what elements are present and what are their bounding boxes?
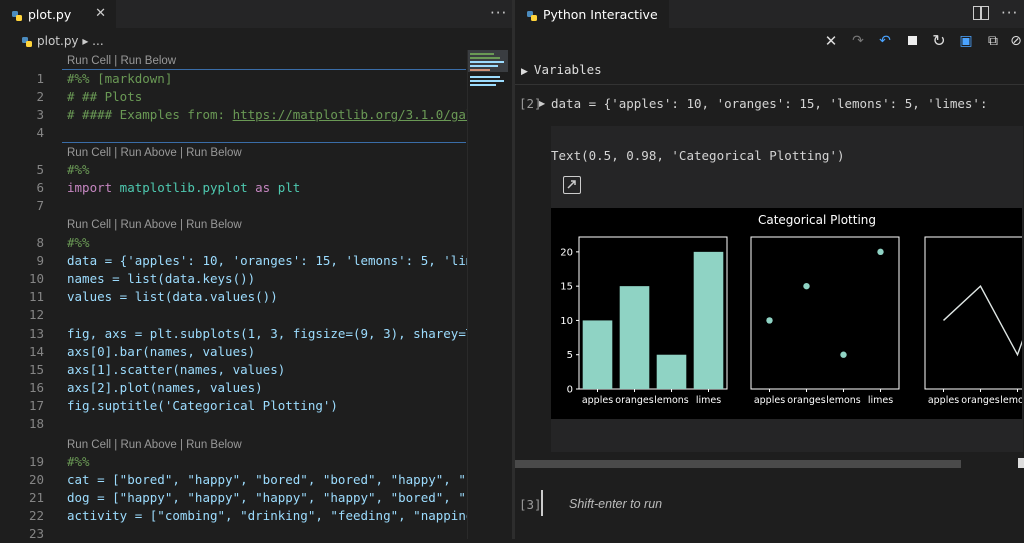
cell-code[interactable]: data = {'apples': 10, 'oranges': 15, 'le… bbox=[551, 96, 988, 111]
text-output: Text(0.5, 0.98, 'Categorical Plotting') bbox=[551, 148, 845, 163]
tab-label: plot.py bbox=[28, 6, 72, 22]
code-lens-run-cell[interactable]: Run Cell | Run Above | Run Below bbox=[67, 437, 242, 453]
x-tick-label: lemons bbox=[826, 395, 861, 406]
categorical-plot-chart: Categorical Plottingapples oranges lemons l… bbox=[560, 213, 1024, 406]
more-actions-icon[interactable]: ··· bbox=[1001, 4, 1018, 22]
stop-icon[interactable] bbox=[902, 32, 922, 50]
y-tick-label: 0 bbox=[567, 385, 573, 396]
input-placeholder[interactable]: Shift-enter to run bbox=[569, 497, 662, 511]
redo-icon[interactable]: ↷ bbox=[848, 32, 868, 50]
x-tick-label: oranges bbox=[615, 395, 653, 406]
scatter-point bbox=[803, 282, 810, 290]
subplot-frame bbox=[924, 236, 1024, 390]
more-actions-icon[interactable]: ··· bbox=[490, 4, 507, 22]
code-lens-run-cell[interactable]: Run Cell | Run Below bbox=[67, 53, 176, 69]
code-line[interactable]: 12 bbox=[0, 306, 466, 324]
x-tick-label: apples bbox=[582, 395, 613, 406]
code-line[interactable]: 1 #%% [markdown] bbox=[0, 70, 466, 88]
code-line[interactable]: 6 import matplotlib.pyplot as plt bbox=[0, 179, 466, 197]
scatter-point bbox=[840, 351, 847, 358]
y-tick-label: 20 bbox=[560, 247, 573, 258]
variables-toggle[interactable]: ▶ Variables bbox=[521, 62, 602, 77]
editor-tab-bar: plot.py ✕ ··· bbox=[0, 0, 512, 28]
code-line[interactable]: 14 axs[0].bar(names, values) bbox=[0, 343, 466, 361]
x-tick-label: oranges bbox=[961, 395, 999, 406]
divider bbox=[515, 84, 1024, 85]
split-editor-icon[interactable] bbox=[973, 6, 989, 20]
code-line[interactable]: 22 activity = ["combing", "drinking", "fe… bbox=[0, 507, 473, 525]
breadcrumb[interactable]: plot.py ▸ ... bbox=[0, 30, 470, 52]
input-cursor bbox=[541, 490, 543, 516]
code-line[interactable]: 21 dog = ["happy", "happy", "happy", "hap… bbox=[0, 489, 473, 507]
interactive-tab-bar: Python Interactive ··· bbox=[515, 0, 1024, 28]
code-line[interactable]: 16 axs[2].plot(names, values) bbox=[0, 379, 466, 397]
bar bbox=[693, 251, 724, 389]
code-line[interactable]: 2 # ## Plots bbox=[0, 88, 466, 106]
x-tick-label: oranges bbox=[787, 395, 825, 406]
code-line[interactable]: 15 axs[1].scatter(names, values) bbox=[0, 361, 466, 379]
code-lens-run-cell[interactable]: Run Cell | Run Above | Run Below bbox=[67, 217, 242, 233]
code-line[interactable]: 18 bbox=[0, 415, 466, 433]
x-tick-label: apples bbox=[928, 395, 959, 406]
input-prompt: [3] bbox=[519, 497, 542, 512]
editor-pane: plot.py ✕ ··· plot.py ▸ ... Run Cell | R… bbox=[0, 0, 512, 541]
variables-label: Variables bbox=[533, 62, 602, 77]
x-tick-label: limes bbox=[868, 395, 893, 406]
code-line[interactable]: 19 #%% bbox=[0, 453, 466, 471]
scrollbar-thumb[interactable] bbox=[1018, 458, 1024, 468]
code-line[interactable]: 5 #%% bbox=[0, 161, 466, 179]
code-line[interactable]: 23 bbox=[0, 525, 466, 543]
series-line bbox=[943, 285, 1024, 357]
code-line[interactable]: 9 data = {'apples': 10, 'oranges': 15, 'l… bbox=[0, 252, 473, 270]
scatter-point bbox=[766, 317, 773, 324]
y-tick-label: 10 bbox=[560, 316, 573, 327]
tab-label: Python Interactive bbox=[543, 6, 658, 22]
bar bbox=[619, 286, 650, 389]
code-line[interactable]: 3 # #### Examples from: https://matplotli… bbox=[0, 106, 473, 124]
x-tick-label: lemons bbox=[1000, 395, 1022, 406]
minimap[interactable] bbox=[467, 50, 512, 539]
restart-icon[interactable]: ↻ bbox=[929, 32, 949, 50]
y-tick-label: 15 bbox=[560, 282, 573, 293]
python-file-icon bbox=[22, 36, 32, 47]
x-tick-label: lemons bbox=[654, 395, 689, 406]
code-line[interactable]: 11 values = list(data.values()) bbox=[0, 288, 466, 306]
python-file-icon bbox=[12, 9, 22, 21]
code-line[interactable]: 8 #%% bbox=[0, 234, 466, 252]
close-icon[interactable]: ✕ bbox=[821, 32, 841, 50]
save-icon[interactable]: ▣ bbox=[956, 32, 976, 50]
code-lens-run-cell[interactable]: Run Cell | Run Above | Run Below bbox=[67, 145, 242, 161]
horizontal-scrollbar[interactable] bbox=[515, 460, 961, 468]
undo-icon[interactable]: ↶ bbox=[875, 32, 895, 50]
chevron-right-icon[interactable]: ▶ bbox=[539, 99, 545, 108]
code-line[interactable]: 10 names = list(data.keys()) bbox=[0, 270, 466, 288]
export-icon[interactable]: ⧉ bbox=[983, 32, 1003, 50]
plot-figure: Categorical Plotting apples oranges lemons l… bbox=[551, 208, 1024, 419]
code-line[interactable]: 7 bbox=[0, 197, 466, 215]
subplot-frame bbox=[750, 236, 900, 390]
minimap-preview bbox=[468, 50, 508, 86]
bar bbox=[656, 354, 687, 389]
breadcrumb-text: plot.py ▸ ... bbox=[37, 34, 104, 48]
python-icon bbox=[527, 9, 537, 21]
tab-python-interactive[interactable]: Python Interactive bbox=[515, 0, 669, 28]
close-icon[interactable]: ✕ bbox=[95, 6, 106, 21]
x-tick-label: apples bbox=[754, 395, 785, 406]
code-line[interactable]: 20 cat = ["bored", "happy", "bored", "bor… bbox=[0, 471, 473, 489]
cell-separator bbox=[62, 142, 466, 143]
docs-link[interactable]: https://matplotlib.org/3.1.0/gal bbox=[233, 107, 474, 122]
tab-plot-py[interactable]: plot.py ✕ bbox=[0, 0, 116, 28]
y-tick-label: 5 bbox=[567, 350, 573, 361]
x-tick-label: limes bbox=[696, 395, 721, 406]
python-interactive-pane: Python Interactive ··· ✕ ↷ ↶ ↻ ▣ ⧉ ⊘ ▶ Va… bbox=[515, 0, 1024, 539]
expand-plot-icon[interactable] bbox=[563, 176, 581, 194]
clear-all-icon[interactable]: ⊘ bbox=[1006, 32, 1024, 50]
chart-title: Categorical Plotting bbox=[758, 213, 876, 227]
code-line[interactable]: 4 bbox=[0, 124, 466, 142]
bar bbox=[582, 320, 613, 389]
code-line[interactable]: 13 fig, axs = plt.subplots(1, 3, figsize=… bbox=[0, 325, 473, 343]
chevron-right-icon: ▶ bbox=[521, 67, 528, 77]
scatter-point bbox=[877, 248, 884, 256]
code-line[interactable]: 17 fig.suptitle('Categorical Plotting') bbox=[0, 397, 466, 415]
